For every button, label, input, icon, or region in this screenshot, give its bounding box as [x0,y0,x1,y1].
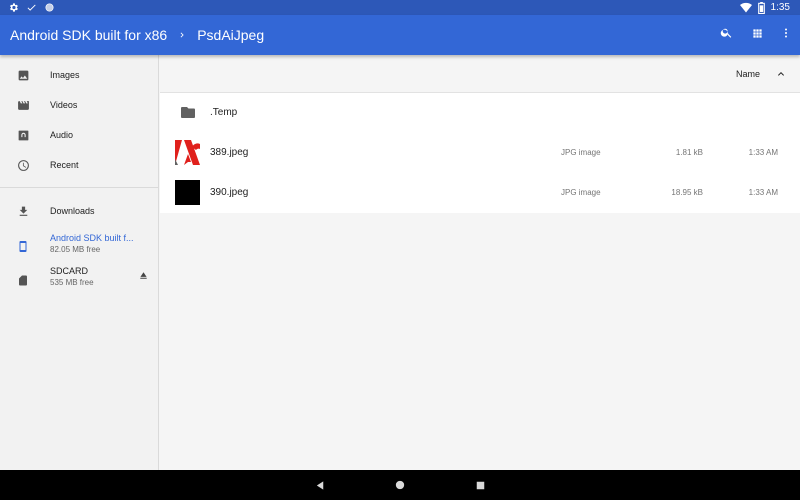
search-button[interactable] [712,15,740,55]
eject-icon [139,271,147,279]
drawer-item-videos[interactable]: Videos [0,90,159,120]
grid-view-button[interactable] [743,15,771,55]
drawer-item-title: SDCARD [50,266,89,276]
chevron-up-icon [778,72,784,76]
battery-icon [757,1,765,14]
drawer-item-title: Android SDK built f... [50,233,134,243]
drawer-item-label: Audio [50,130,74,140]
breadcrumb: Android SDK built for x86 PsdAiJpeg [10,15,264,55]
system-nav-bar [0,470,800,500]
status-left-icons [8,1,55,14]
drawer-item-subtitle: 82.05 MB free [50,245,101,254]
file-list-pane: Name .Temp 389.jpeg JPG image 1.81 kB 1:… [160,55,800,470]
search-icon [720,26,733,44]
drawer-item-audio[interactable]: Audio [0,120,159,150]
status-right-icons: 1:35 [739,0,790,15]
breadcrumb-root[interactable]: Android SDK built for x86 [10,27,167,43]
file-type: JPG image [561,188,601,197]
file-size: 18.95 kB [671,188,703,197]
home-button[interactable] [392,477,408,493]
breadcrumb-current[interactable]: PsdAiJpeg [197,27,264,43]
file-name: 390.jpeg [210,187,249,198]
drawer-item-images[interactable]: Images [0,60,159,90]
sort-header: Name [160,55,800,93]
roots-drawer: Images Videos Audio Recent Downloads And… [0,55,159,470]
movie-icon [16,98,30,112]
file-name: .Temp [210,107,238,118]
drawer-item-downloads[interactable]: Downloads [0,196,159,226]
file-type: JPG image [561,148,601,157]
file-size: 1.81 kB [675,148,703,157]
audio-icon [16,128,30,142]
more-vert-icon [780,26,792,44]
file-date: 1:33 AM [748,148,778,157]
drawer-item-label: Recent [50,160,79,170]
home-icon [395,480,405,490]
eject-button[interactable] [137,269,149,281]
drawer-item-subtitle: 535 MB free [50,278,94,287]
phone-icon [16,239,30,253]
sort-direction-button[interactable] [774,67,788,81]
file-thumbnail [175,140,200,165]
sync-icon [44,2,55,13]
drawer-item-label: Images [50,70,80,80]
toolbar-actions [712,15,800,55]
file-name: 389.jpeg [210,147,249,158]
back-icon [316,480,323,490]
file-list: .Temp 389.jpeg JPG image 1.81 kB 1:33 AM… [160,93,800,213]
recents-button[interactable] [472,477,488,493]
drawer-divider [0,187,159,188]
check-icon [26,2,37,13]
file-date: 1:33 AM [748,188,778,197]
settings-icon [8,2,19,13]
more-options-button[interactable] [772,15,800,55]
list-item[interactable]: 390.jpeg JPG image 18.95 kB 1:33 AM [160,173,800,213]
clock-icon [16,158,30,172]
drawer-item-label: Downloads [50,206,95,216]
drawer-item-label: Videos [50,100,78,110]
drawer-item-sdcard[interactable]: SDCARD 535 MB free [0,262,159,298]
recents-icon [476,481,484,489]
list-item[interactable]: .Temp [160,93,800,133]
wifi-icon [739,2,752,13]
status-time: 1:35 [770,2,790,13]
drawer-item-device[interactable]: Android SDK built f... 82.05 MB free [0,228,159,264]
sdcard-icon [16,273,30,287]
status-bar: 1:35 [0,0,800,15]
file-thumbnail [175,180,200,205]
app-toolbar: Android SDK built for x86 PsdAiJpeg [0,15,800,55]
sort-by-name[interactable]: Name [736,69,760,79]
image-icon [16,68,30,82]
grid-view-icon [752,26,763,44]
folder-icon [175,100,200,125]
back-button[interactable] [312,477,328,493]
list-item[interactable]: 389.jpeg JPG image 1.81 kB 1:33 AM [160,133,800,173]
chevron-right-icon [177,30,187,40]
drawer-item-recent[interactable]: Recent [0,150,159,180]
download-icon [16,204,30,218]
